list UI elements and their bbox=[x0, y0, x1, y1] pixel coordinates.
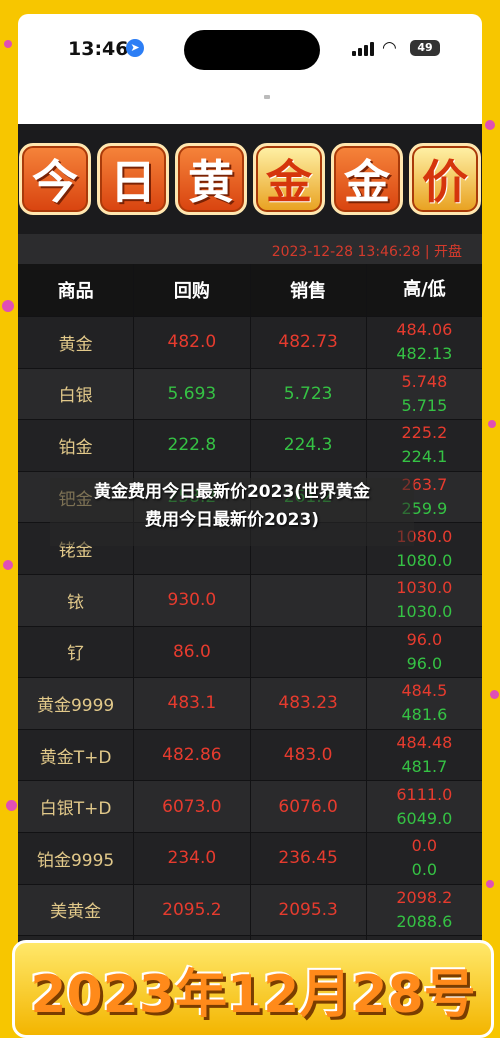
hero-char: 金 bbox=[253, 143, 325, 215]
high-price: 1030.0 bbox=[396, 578, 453, 598]
high-low-cell: 484.5 481.6 bbox=[367, 678, 482, 729]
high-low-cell: 484.06 482.13 bbox=[367, 317, 482, 368]
buyback-price: 6073.0 bbox=[134, 781, 251, 832]
high-low-cell: 1030.0 1030.0 bbox=[367, 575, 482, 626]
low-price: 2088.6 bbox=[396, 911, 453, 931]
high-price: 96.0 bbox=[406, 629, 443, 649]
buyback-price: 482.0 bbox=[134, 317, 251, 368]
product-name: 铂金9995 bbox=[18, 832, 135, 884]
signal-bars-icon bbox=[352, 42, 374, 56]
sell-price bbox=[251, 574, 367, 626]
sell-price: 236.45 bbox=[251, 832, 367, 884]
sell-price: 224.3 bbox=[251, 420, 367, 471]
low-price: 224.1 bbox=[401, 447, 448, 467]
low-price: 6049.0 bbox=[396, 808, 453, 828]
hero-char: 日 bbox=[97, 143, 169, 215]
product-name: 铂金 bbox=[18, 420, 135, 471]
table-row[interactable]: 铂金 222.8 224.3 225.2 224.1 bbox=[18, 420, 482, 472]
high-price: 484.5 bbox=[401, 681, 448, 701]
low-price: 482.13 bbox=[396, 344, 453, 364]
caption-overlay: 黄金费用今日最新价2023(世界黄金 费用今日最新价2023) bbox=[50, 478, 414, 546]
dynamic-island bbox=[184, 30, 320, 70]
product-name: 黄金9999 bbox=[18, 678, 135, 729]
header-buyback: 回购 bbox=[134, 264, 251, 316]
buyback-price: 222.8 bbox=[134, 420, 251, 471]
buyback-price: 930.0 bbox=[134, 574, 251, 626]
sell-price: 483.23 bbox=[251, 678, 367, 729]
low-price: 1080.0 bbox=[396, 550, 453, 570]
sell-price: 483.0 bbox=[251, 729, 367, 781]
status-bar: 13:46 ➤ ◠ 49 bbox=[18, 14, 482, 84]
high-low-cell: 6111.0 6049.0 bbox=[367, 781, 482, 832]
low-price: 5.715 bbox=[401, 395, 448, 415]
high-price: 0.0 bbox=[411, 836, 438, 856]
header-product: 商品 bbox=[18, 264, 135, 316]
sell-price bbox=[251, 626, 367, 678]
high-low-cell: 484.48 481.7 bbox=[367, 730, 482, 781]
caption-line: 费用今日最新价2023) bbox=[144, 510, 320, 530]
high-price: 2098.2 bbox=[396, 887, 453, 907]
location-arrow-icon: ➤ bbox=[126, 39, 144, 57]
low-price: 481.7 bbox=[401, 757, 448, 777]
header-sell: 销售 bbox=[251, 264, 367, 316]
timestamp-text: 2023-12-28 13:46:28 | 开盘 bbox=[271, 244, 462, 260]
table-row[interactable]: 黄金 482.0 482.73 484.06 482.13 bbox=[18, 317, 482, 369]
table-row[interactable]: 铱 930.0 1030.0 1030.0 bbox=[18, 574, 482, 627]
table-row[interactable]: 黄金T+D 482.86 483.0 484.48 481.7 bbox=[18, 729, 482, 782]
hero-char: 今 bbox=[19, 143, 91, 215]
high-price: 6111.0 bbox=[396, 784, 453, 804]
table-row[interactable]: 美黄金 2095.2 2095.3 2098.2 2088.6 bbox=[18, 884, 482, 937]
sell-price: 2095.3 bbox=[251, 884, 367, 936]
low-price: 96.0 bbox=[406, 653, 443, 673]
caption-line: 黄金费用今日最新价2023(世界黄金 bbox=[93, 482, 371, 502]
high-low-cell: 2098.2 2088.6 bbox=[367, 885, 482, 936]
sell-price: 5.723 bbox=[251, 368, 367, 420]
low-price: 481.6 bbox=[401, 705, 448, 725]
product-name: 白银T+D bbox=[18, 781, 135, 832]
header-high-low: 高/低 bbox=[403, 279, 446, 300]
sell-price: 6076.0 bbox=[251, 781, 367, 832]
buyback-price: 234.0 bbox=[134, 832, 251, 884]
status-time: 13:46 bbox=[68, 38, 129, 60]
product-name: 钌 bbox=[18, 626, 135, 678]
buyback-price: 5.693 bbox=[134, 368, 251, 420]
low-price: 1030.0 bbox=[396, 602, 453, 622]
buyback-price: 483.1 bbox=[134, 678, 251, 729]
product-name: 铱 bbox=[18, 574, 135, 626]
scroll-indicator bbox=[264, 95, 270, 99]
table-row[interactable]: 白银T+D 6073.0 6076.0 6111.0 6049.0 bbox=[18, 781, 482, 833]
buyback-price: 482.86 bbox=[134, 729, 251, 781]
high-price: 484.06 bbox=[396, 320, 453, 340]
table-row[interactable]: 钌 86.0 96.0 96.0 bbox=[18, 626, 482, 679]
timestamp-bar: 2023-12-28 13:46:28 | 开盘 bbox=[18, 234, 482, 264]
product-name: 美黄金 bbox=[18, 884, 135, 936]
battery-icon: 49 bbox=[410, 40, 440, 56]
table-row[interactable]: 白银 5.693 5.723 5.748 5.715 bbox=[18, 368, 482, 421]
high-price: 225.2 bbox=[401, 423, 448, 443]
hero-char: 价 bbox=[409, 143, 481, 215]
high-low-cell: 225.2 224.1 bbox=[367, 420, 482, 471]
hero-title: 今 日 黄 金 金 价 bbox=[18, 124, 482, 234]
product-name: 黄金T+D bbox=[18, 729, 135, 781]
high-low-cell: 0.0 0.0 bbox=[367, 833, 482, 884]
price-board: 今 日 黄 金 金 价 2023-12-28 13:46:28 | 开盘 商品 … bbox=[18, 124, 482, 1032]
high-price: 5.748 bbox=[401, 371, 448, 391]
price-table: 商品 回购 销售 高/低 黄金 482.0 482.73 484.06 482.13 白银… bbox=[18, 264, 482, 988]
high-low-cell: 96.0 96.0 bbox=[367, 627, 482, 678]
buyback-price: 2095.2 bbox=[134, 884, 251, 936]
buyback-price: 86.0 bbox=[134, 626, 251, 678]
low-price: 0.0 bbox=[411, 860, 438, 880]
sell-price: 482.73 bbox=[251, 317, 367, 368]
date-banner: 2023年12月28号 bbox=[12, 940, 494, 1038]
high-low-cell: 5.748 5.715 bbox=[367, 369, 482, 420]
product-name: 白银 bbox=[18, 368, 135, 420]
table-row[interactable]: 铂金9995 234.0 236.45 0.0 0.0 bbox=[18, 832, 482, 885]
product-name: 黄金 bbox=[18, 317, 135, 368]
table-row[interactable]: 黄金9999 483.1 483.23 484.5 481.6 bbox=[18, 678, 482, 730]
high-price: 484.48 bbox=[396, 733, 453, 753]
wifi-icon: ◠ bbox=[382, 38, 397, 58]
hero-char: 黄 bbox=[175, 143, 247, 215]
hero-char: 金 bbox=[331, 143, 403, 215]
table-header: 商品 回购 销售 高/低 bbox=[18, 264, 482, 317]
